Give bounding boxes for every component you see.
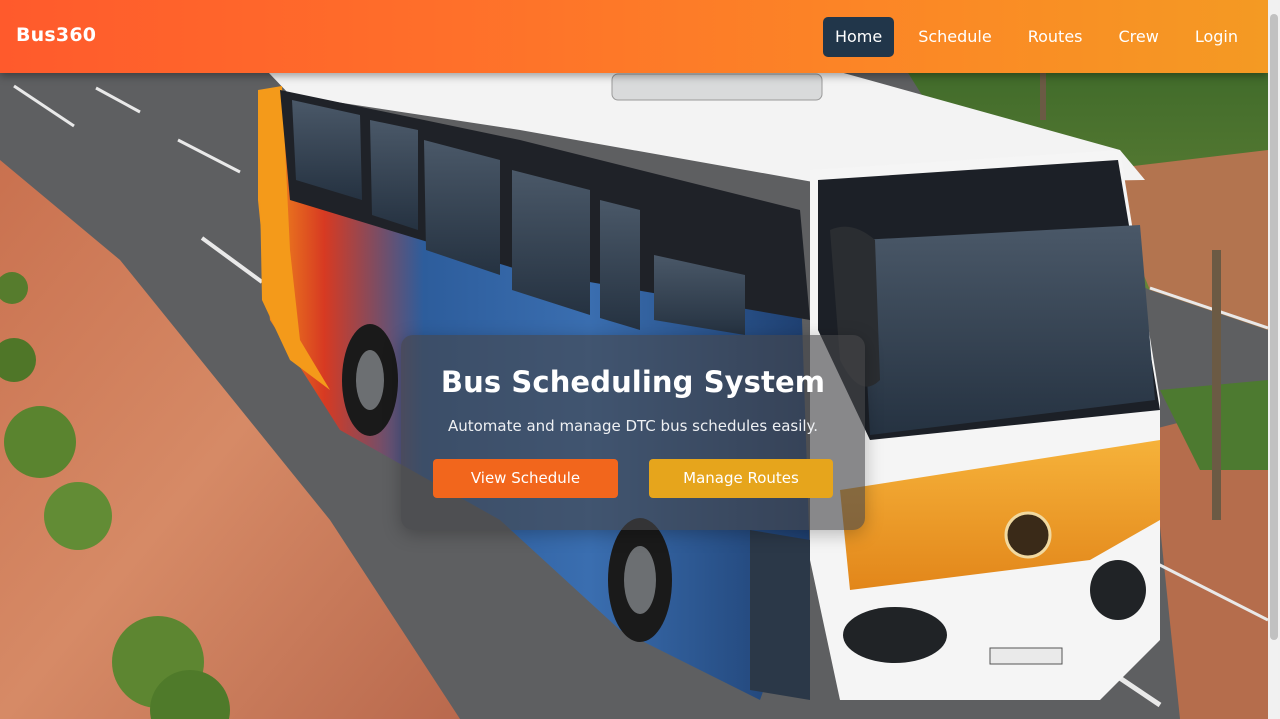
hero-subtitle: Automate and manage DTC bus schedules ea… xyxy=(447,417,819,435)
nav-schedule[interactable]: Schedule xyxy=(906,17,1004,57)
scrollbar-thumb[interactable] xyxy=(1270,14,1278,640)
brand-logo[interactable]: Bus360 xyxy=(16,24,96,46)
page: Bus360 Home Schedule Routes Crew Login B… xyxy=(0,0,1280,719)
top-navbar: Bus360 Home Schedule Routes Crew Login xyxy=(0,0,1268,73)
vertical-scrollbar[interactable] xyxy=(1268,0,1280,719)
nav-routes[interactable]: Routes xyxy=(1016,17,1095,57)
manage-routes-button[interactable]: Manage Routes xyxy=(649,459,833,498)
hero-card: Bus Scheduling System Automate and manag… xyxy=(401,335,865,530)
nav-home[interactable]: Home xyxy=(822,17,895,57)
nav-login[interactable]: Login xyxy=(1183,17,1250,57)
nav-links: Home Schedule Routes Crew Login xyxy=(822,17,1250,57)
nav-crew[interactable]: Crew xyxy=(1107,17,1171,57)
hero-title: Bus Scheduling System xyxy=(440,365,826,399)
view-schedule-button[interactable]: View Schedule xyxy=(433,459,618,498)
